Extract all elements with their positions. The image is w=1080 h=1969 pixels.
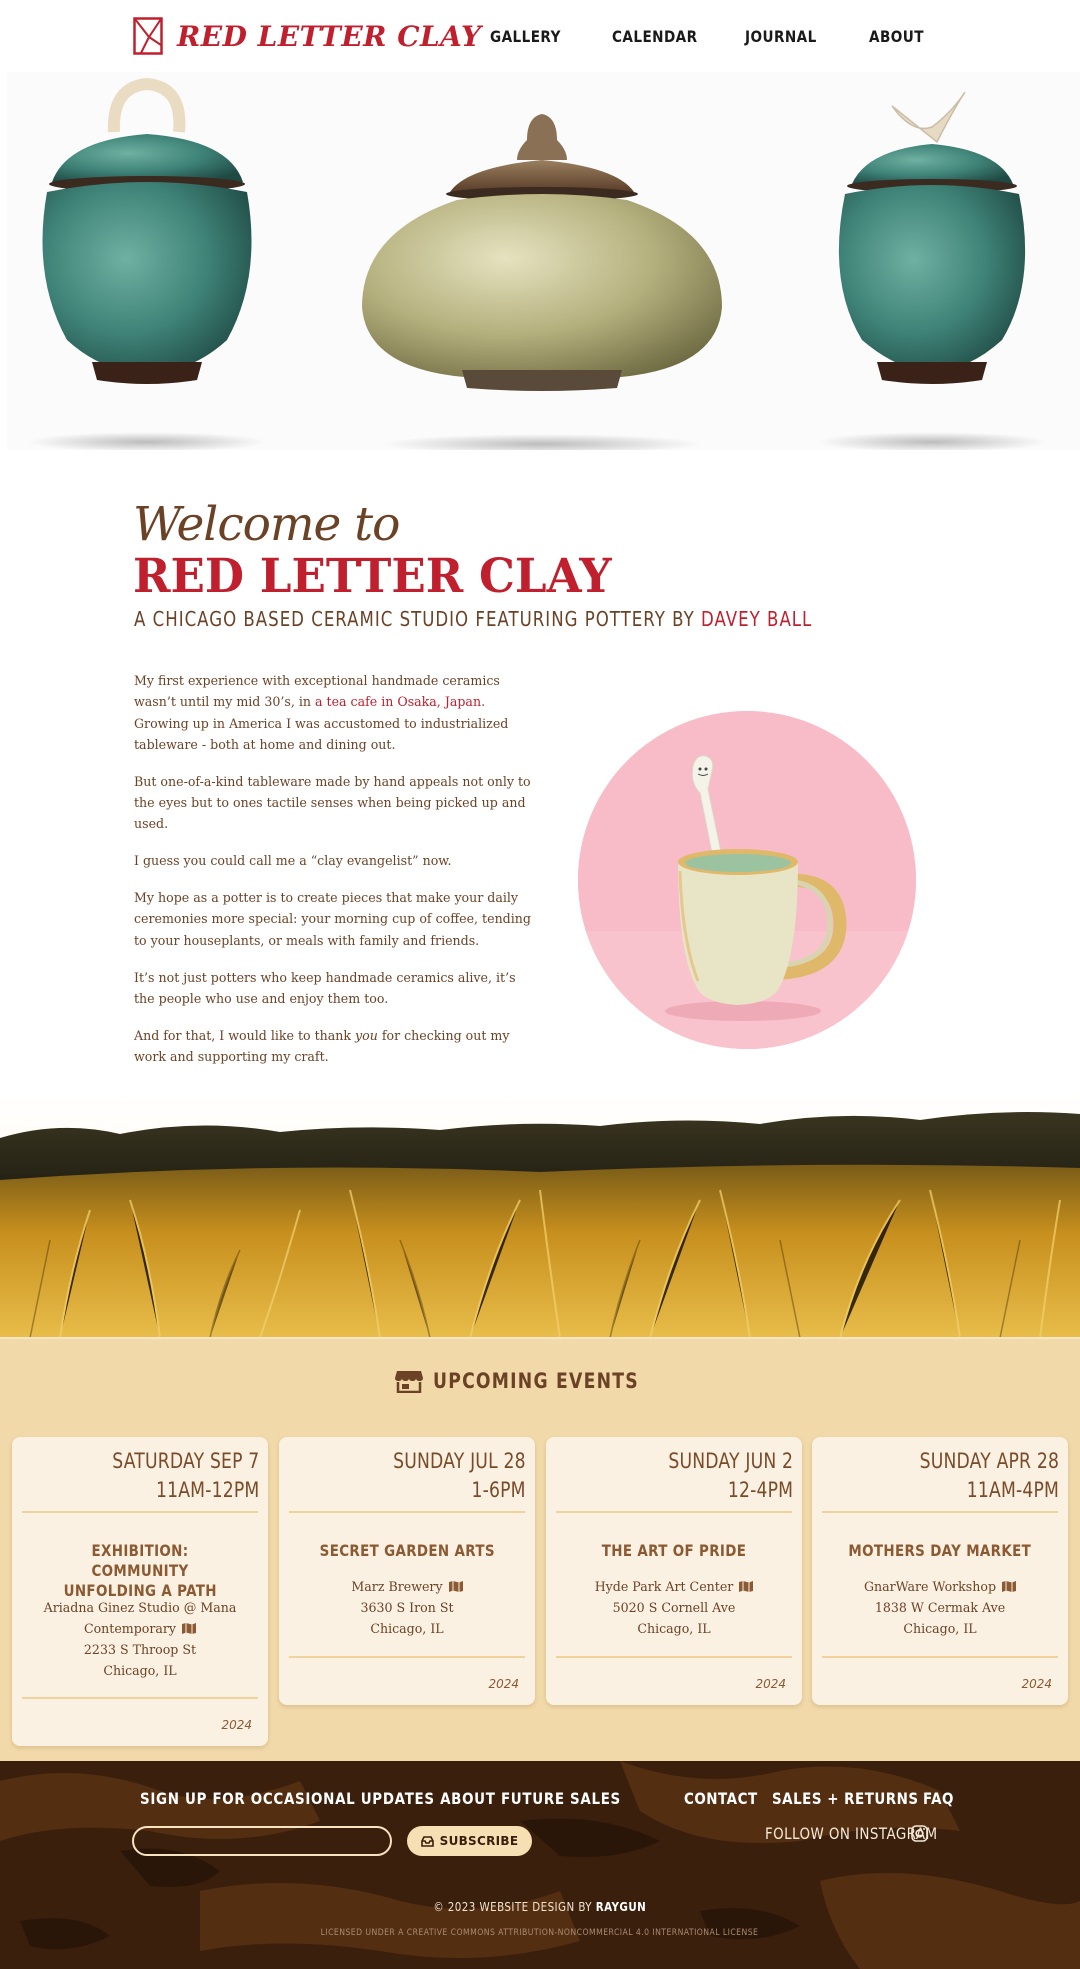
designer-link[interactable]: RAYGUN	[596, 1900, 646, 1914]
story-paragraph: My hope as a potter is to create pieces …	[134, 890, 531, 948]
event-date: SUNDAY APR 28 11AM-4PM	[919, 1449, 1059, 1502]
divider	[556, 1511, 792, 1513]
divider	[822, 1511, 1058, 1513]
story-paragraph: It’s not just potters who keep handmade …	[134, 969, 516, 1006]
event-title: SECRET GARDEN ARTS	[319, 1541, 495, 1560]
event-year: 2024	[488, 1677, 519, 1691]
faq-link[interactable]: FAQ	[923, 1789, 954, 1808]
hero-pottery-image	[7, 72, 1080, 450]
nav-gallery[interactable]: GALLERY	[490, 27, 561, 46]
copyright: © 2023 WEBSITE DESIGN BY RAYGUN	[433, 1900, 647, 1914]
signup-label: SIGN UP FOR OCCASIONAL UPDATES ABOUT FUT…	[140, 1789, 621, 1808]
page-title: RED LETTER CLAY	[133, 549, 612, 604]
nav-about[interactable]: ABOUT	[869, 27, 924, 46]
welcome-subtitle: Welcome to	[133, 497, 400, 552]
event-venue: Ariadna Ginez Studio @ Mana Contemporary…	[43, 1600, 237, 1678]
site-footer: SIGN UP FOR OCCASIONAL UPDATES ABOUT FUT…	[0, 1761, 1080, 1969]
intro-story: My first experience with exceptional han…	[134, 670, 534, 1083]
map-icon[interactable]	[1002, 1581, 1017, 1592]
map-icon[interactable]	[448, 1581, 463, 1592]
main-nav: GALLERY CALENDAR JOURNAL ABOUT	[0, 27, 1080, 53]
event-venue: GnarWare Workshop 1838 W Cermak Ave Chic…	[822, 1576, 1058, 1639]
divider	[22, 1511, 258, 1513]
artist-name-link[interactable]: DAVEY BALL	[701, 607, 812, 631]
event-date: SATURDAY SEP 7 11AM-12PM	[111, 1449, 259, 1502]
wheat-field-image	[0, 1090, 1080, 1338]
event-date: SUNDAY JUN 2 12-4PM	[668, 1449, 793, 1502]
nav-calendar[interactable]: CALENDAR	[612, 27, 698, 46]
field-illustration	[0, 1090, 1080, 1338]
event-year: 2024	[1021, 1677, 1052, 1691]
divider	[289, 1656, 525, 1658]
storefront-icon	[395, 1371, 424, 1393]
story-paragraph: My first experience with exceptional han…	[134, 673, 509, 752]
event-title: MOTHERS DAY MARKET	[848, 1541, 1032, 1560]
email-field[interactable]	[132, 1826, 392, 1856]
story-paragraph: I guess you could call me a “clay evange…	[134, 853, 452, 869]
map-icon[interactable]	[739, 1581, 754, 1592]
license-text: LICENSED UNDER A CREATIVE COMMONS ATTRIB…	[321, 1928, 759, 1938]
upcoming-events: UPCOMING EVENTS SATURDAY SEP 7 11AM-12PM …	[0, 1337, 1080, 1761]
divider	[22, 1697, 258, 1699]
tagline-text: A CHICAGO BASED CERAMIC STUDIO FEATURING…	[134, 607, 702, 631]
map-icon[interactable]	[182, 1623, 197, 1634]
contact-link[interactable]: CONTACT	[684, 1789, 758, 1808]
event-date: SUNDAY JUL 28 1-6PM	[393, 1449, 526, 1502]
instagram-link[interactable]: FOLLOW ON INSTAGRAM	[765, 1824, 937, 1843]
divider	[289, 1511, 525, 1513]
event-title: EXHIBITION: COMMUNITY UNFOLDING A PATH	[63, 1541, 217, 1600]
tagline: A CHICAGO BASED CERAMIC STUDIO FEATURING…	[134, 607, 812, 631]
event-card[interactable]: SATURDAY SEP 7 11AM-12PM EXHIBITION: COMM…	[12, 1437, 268, 1746]
event-title: THE ART OF PRIDE	[601, 1541, 747, 1560]
event-year: 2024	[221, 1718, 252, 1732]
mug-illustration	[578, 711, 916, 1049]
event-venue: Marz Brewery 3630 S Iron St Chicago, IL	[289, 1576, 525, 1639]
mug-photo	[578, 711, 916, 1049]
events-heading: UPCOMING EVENTS	[0, 1369, 1080, 1393]
event-venue: Hyde Park Art Center 5020 S Cornell Ave …	[556, 1576, 792, 1639]
story-paragraph: And for that, I would like to thank you …	[134, 1027, 510, 1065]
pottery-illustration	[7, 72, 1080, 450]
divider	[822, 1656, 1058, 1658]
event-card[interactable]: SUNDAY JUN 2 12-4PM THE ART OF PRIDE Hyde…	[546, 1437, 802, 1705]
event-card[interactable]: SUNDAY JUL 28 1-6PM SECRET GARDEN ARTS Ma…	[279, 1437, 535, 1705]
nav-journal[interactable]: JOURNAL	[745, 27, 817, 46]
event-card[interactable]: SUNDAY APR 28 11AM-4PM MOTHERS DAY MARKET…	[812, 1437, 1068, 1705]
site-header: RED LETTER CLAY GALLERY CALENDAR JOURNAL…	[0, 0, 1080, 78]
event-year: 2024	[755, 1677, 786, 1691]
inbox-icon	[420, 1835, 434, 1847]
subscribe-button[interactable]: SUBSCRIBE	[407, 1826, 532, 1856]
divider	[556, 1656, 792, 1658]
osaka-cafe-link[interactable]: a tea cafe in Osaka, Japan	[315, 694, 481, 709]
story-paragraph: But one-of-a-kind tableware made by hand…	[134, 773, 531, 832]
sales-returns-link[interactable]: SALES + RETURNS	[772, 1789, 919, 1808]
